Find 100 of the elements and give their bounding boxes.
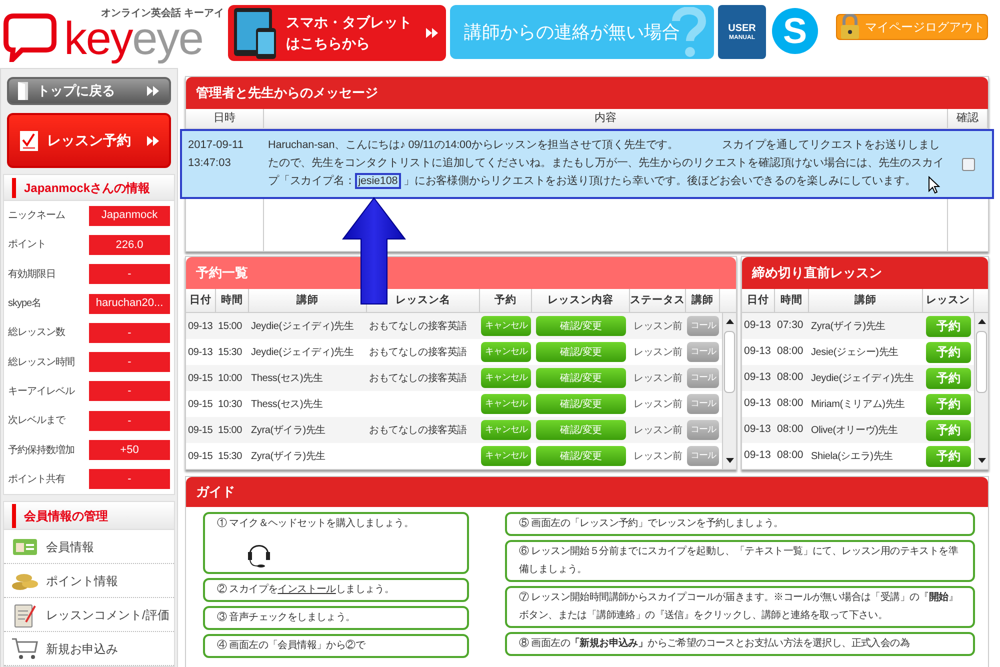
guide-text: しましょう。 — [336, 584, 394, 595]
mobile-banner[interactable]: スマホ・タブレット はこちらから — [228, 5, 446, 61]
reserve-button[interactable]: 予約 — [926, 446, 971, 466]
table-cell-text: 09-13 — [743, 318, 772, 334]
cancel-button[interactable]: キャンセル — [481, 394, 531, 414]
status-text: レッスン前 — [632, 398, 684, 412]
table-cell-text: Jeydie(ジェイディ)先生 — [250, 320, 355, 334]
confirm-checkbox[interactable] — [962, 158, 974, 170]
panel-header: 管理者と先生からのメッセージ — [186, 77, 988, 109]
status-text: レッスン前 — [632, 424, 684, 438]
skype-icon[interactable]: S — [772, 8, 818, 54]
id-card-icon — [12, 536, 38, 556]
table-cell-text: 08:00 — [776, 396, 804, 412]
cancel-button[interactable]: キャンセル — [481, 368, 531, 388]
column-header: 予約 — [480, 289, 532, 312]
column-header: レッスン — [923, 289, 974, 312]
column-header: 日付 — [742, 289, 775, 312]
guide-text: ③ 音声チェックをしましょう。 — [217, 612, 356, 623]
scrollbar[interactable] — [974, 313, 988, 469]
table-cell-text: 15:30 — [217, 346, 244, 360]
confirm-change-button[interactable]: 確認/変更 — [536, 394, 626, 414]
table-cell-text: 09-13 — [743, 396, 772, 412]
confirm-change-button[interactable]: 確認/変更 — [536, 420, 626, 440]
menu-item[interactable]: ポイント情報 — [4, 564, 174, 598]
mouse-cursor-icon — [928, 176, 940, 194]
speech-bubble-icon — [2, 12, 58, 62]
guide-text: ⑧ 画面左の「新規お申込み」からご希望のコースとお支払い方法を選択し、正式入会の為 — [519, 638, 910, 649]
menu-item[interactable]: レッスンコメント/評価 — [4, 598, 174, 632]
column-header: 講師 — [809, 289, 923, 312]
info-value: haruchan20... — [89, 294, 170, 314]
reserve-button[interactable]: 予約 — [926, 394, 971, 414]
info-label: 予約保持数増加 — [8, 444, 76, 458]
message-text: Haruchan-san、こんにちは♪ 09/11の14:00からレッスンを担当させて頂く先生です。 スカイプを通してリクエストをお送りしましたので、先生をコンタクトリストに追加してくださいね。またもし万が一、先生からのリクエストを確認頂けない場合には、先生のスカイプ「スカイプ名： jesie108 」にお客様側からリクエストをお送り頂けたら幸いです。後ほどお会いできるのを楽しみにしています。 — [267, 138, 945, 191]
info-label: 有効期限日 — [8, 268, 56, 282]
table-cell-text: 15:00 — [217, 424, 244, 438]
padlock-icon — [839, 14, 861, 40]
reserve-button[interactable]: 予約 — [926, 316, 971, 336]
guide-text: ⑤ 画面左の「レッスン予約」でレッスンを予約しましょう。 — [519, 518, 784, 529]
status-text: レッスン前 — [632, 320, 684, 334]
panel-header: 予約一覧 — [186, 257, 736, 289]
double-arrow-icon — [426, 28, 438, 38]
menu-item[interactable]: 新規お申込み — [4, 632, 174, 666]
guide-text: ② スカイプを — [217, 584, 278, 595]
table-cell-text: 09-15 — [187, 424, 214, 438]
cancel-button[interactable]: キャンセル — [481, 420, 531, 440]
info-label: 総レッスン数 — [8, 326, 66, 340]
column-header: 確認 — [948, 109, 988, 128]
info-value: Japanmock — [89, 206, 170, 226]
column-header: 講師 — [686, 289, 720, 312]
status-text: レッスン前 — [632, 372, 684, 386]
table-cell-text: 08:00 — [776, 422, 804, 438]
section-title: Japanmockさんの情報 — [24, 180, 150, 197]
scroll-up-icon[interactable] — [978, 317, 986, 327]
cancel-button[interactable]: キャンセル — [481, 316, 531, 336]
message-row[interactable] — [180, 129, 994, 199]
info-label: 次レベルまで — [8, 414, 66, 428]
cancel-button[interactable]: キャンセル — [481, 446, 531, 466]
scroll-down-icon[interactable] — [978, 455, 986, 465]
info-value: +50 — [89, 440, 170, 460]
section-title: 会員情報の管理 — [24, 508, 108, 524]
table-cell-text: 09-13 — [743, 422, 772, 438]
table-cell-text: 09-15 — [187, 372, 214, 386]
column-header: 時間 — [775, 289, 809, 312]
info-label: ポイント — [8, 238, 47, 252]
table-cell-text: Jesie(ジェシー)先生 — [810, 346, 900, 360]
info-label: ポイント共有 — [8, 472, 66, 487]
scroll-up-icon[interactable] — [726, 317, 734, 327]
confirm-change-button[interactable]: 確認/変更 — [536, 368, 626, 388]
info-label: skype名 — [8, 297, 42, 312]
banner-text: 講師からの連絡が無い場合 — [464, 20, 680, 44]
reserve-button[interactable]: 予約 — [926, 420, 971, 440]
table-cell-text: Olive(オリーヴ)先生 — [810, 424, 899, 438]
status-text: レッスン前 — [632, 450, 684, 464]
contact-banner[interactable]: 講師からの連絡が無い場合 — [450, 5, 714, 59]
logout-button[interactable]: マイページログアウト — [836, 14, 988, 40]
confirm-change-button[interactable]: 確認/変更 — [536, 342, 626, 362]
table-cell-text: 08:00 — [776, 344, 804, 360]
back-to-top-button[interactable]: トップに戻る — [7, 77, 171, 106]
double-arrow-icon — [147, 136, 159, 146]
column-header: ステータス — [630, 289, 686, 312]
scrollbar[interactable] — [722, 313, 736, 469]
confirm-change-button[interactable]: 確認/変更 — [536, 316, 626, 336]
column-header: 内容 — [264, 109, 948, 128]
lesson-reservation-button[interactable]: レッスン予約 — [7, 113, 171, 168]
cancel-button[interactable]: キャンセル — [481, 342, 531, 362]
install-link[interactable]: インストール — [278, 584, 336, 595]
menu-item[interactable]: 会員情報 — [4, 530, 174, 564]
table-cell-text: Zyra(ザイラ)先生 — [250, 450, 326, 464]
table-cell-text: 07:30 — [776, 318, 804, 334]
table-cell-text: Jeydie(ジェイディ)先生 — [250, 346, 355, 360]
info-label: 総レッスン時間 — [8, 356, 76, 370]
table-cell-text: 08:00 — [776, 370, 804, 386]
reserve-button[interactable]: 予約 — [926, 342, 971, 362]
column-header: 日付 — [186, 289, 216, 312]
confirm-change-button[interactable]: 確認/変更 — [536, 446, 626, 466]
reserve-button[interactable]: 予約 — [926, 368, 971, 388]
scroll-down-icon[interactable] — [726, 455, 734, 465]
table-cell-text: Thess(セス)先生 — [250, 372, 324, 386]
cart-icon — [11, 636, 39, 660]
table-cell-text: おもてなしの接客英語 — [368, 372, 468, 386]
